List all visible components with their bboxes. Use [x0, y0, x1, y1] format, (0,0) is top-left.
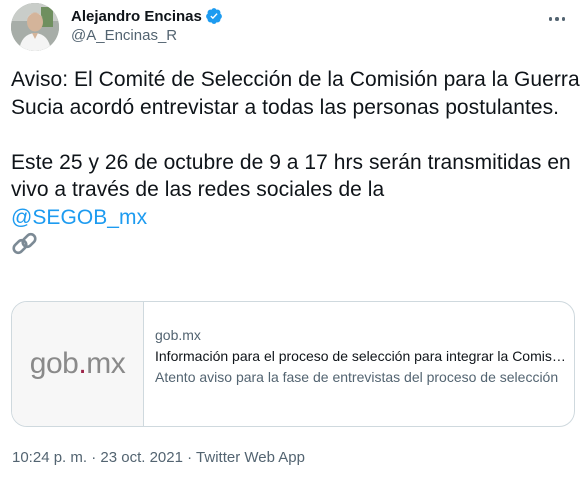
card-thumbnail: gob.mx: [12, 302, 144, 426]
card-domain: gob.mx: [155, 327, 201, 343]
name-row: Alejandro Encinas: [71, 6, 223, 26]
link-preview-card[interactable]: gob.mx gob.mx Información para el proces…: [11, 301, 575, 427]
card-body: gob.mx Información para el proceso de se…: [155, 326, 567, 387]
card-description: Atento aviso para la fase de entrevistas…: [155, 369, 559, 385]
tweet-paragraph-1: Aviso: El Comité de Selección de la Comi…: [11, 68, 580, 119]
gob-mx-logo: gob.mx: [29, 347, 126, 380]
tweet-time[interactable]: 10:24 p. m.: [12, 449, 87, 466]
tweet-text: Aviso: El Comité de Selección de la Comi…: [11, 66, 581, 266]
mention-link[interactable]: @SEGOB_mx: [11, 206, 147, 229]
tweet: Alejandro Encinas @A_Encinas_R Aviso: El…: [0, 0, 588, 486]
tweet-source[interactable]: Twitter Web App: [196, 449, 305, 466]
tweet-meta: 10:24 p. m. · 23 oct. 2021 · Twitter Web…: [12, 449, 305, 466]
more-options-button[interactable]: [540, 2, 574, 36]
verified-badge-icon: [205, 7, 223, 25]
handle[interactable]: @A_Encinas_R: [71, 27, 177, 44]
tweet-date[interactable]: 23 oct. 2021: [100, 449, 183, 466]
meta-separator: ·: [87, 449, 101, 466]
avatar[interactable]: [11, 3, 59, 51]
link-icon[interactable]: [11, 232, 39, 266]
meta-separator: ·: [182, 449, 197, 466]
tweet-paragraph-2: Este 25 y 26 de octubre de 9 a 17 hrs se…: [11, 149, 581, 232]
display-name[interactable]: Alejandro Encinas: [71, 8, 202, 25]
card-title: Información para el proceso de selección…: [155, 348, 567, 364]
more-dots-icon: [548, 17, 566, 21]
tweet-paragraph-2-text: Este 25 y 26 de octubre de 9 a 17 hrs se…: [11, 150, 571, 202]
